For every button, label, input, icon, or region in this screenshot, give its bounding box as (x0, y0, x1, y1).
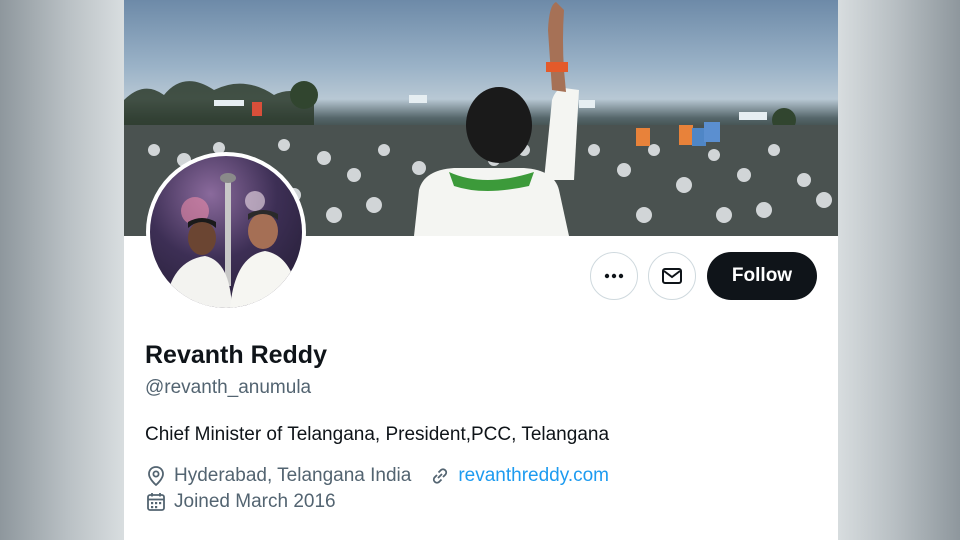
location-pin-icon (148, 466, 164, 487)
profile-avatar[interactable] (146, 152, 306, 312)
mail-icon (662, 268, 682, 284)
profile-location: Hyderabad, Telangana India (174, 465, 412, 486)
profile-joined-date: Joined March 2016 (174, 491, 336, 512)
profile-bio: Chief Minister of Telangana, President,P… (145, 424, 610, 445)
calendar-icon (147, 493, 165, 511)
profile-meta-row: Hyderabad, Telangana India revanthreddy.… (145, 465, 609, 487)
profile-card: Follow Revanth Reddy @revanth_anumula Ch… (124, 0, 838, 540)
more-options-button[interactable] (590, 252, 638, 300)
link-icon (433, 468, 448, 484)
more-horizontal-icon (604, 273, 624, 279)
profile-name: Revanth Reddy (145, 341, 327, 369)
message-button[interactable] (648, 252, 696, 300)
profile-handle: @revanth_anumula (145, 377, 312, 398)
follow-button[interactable]: Follow (707, 252, 817, 300)
profile-website-link[interactable]: revanthreddy.com (458, 465, 609, 487)
profile-joined-row: Joined March 2016 (145, 491, 336, 513)
